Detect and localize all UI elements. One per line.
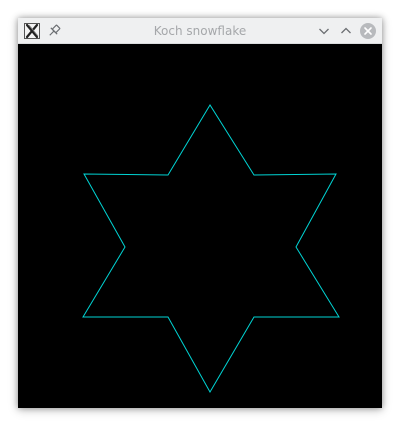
app-window: Koch snowflake [18, 18, 382, 408]
koch-snowflake-shape [82, 104, 340, 394]
chevron-down-icon[interactable] [316, 23, 332, 39]
drawing-canvas [18, 44, 382, 408]
koch-snowflake-drawing [82, 104, 340, 394]
close-icon[interactable] [360, 23, 376, 39]
chevron-up-icon[interactable] [338, 23, 354, 39]
title-bar[interactable]: Koch snowflake [18, 18, 382, 44]
